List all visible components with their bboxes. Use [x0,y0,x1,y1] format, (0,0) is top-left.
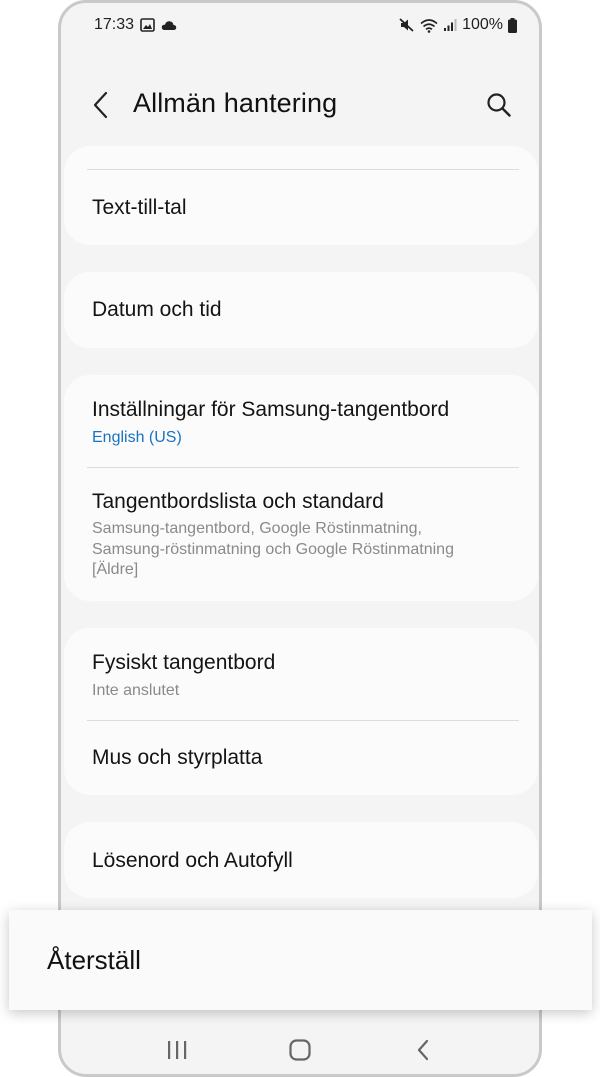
item-title: Mus och styrplatta [92,746,263,769]
nav-bar [61,1025,539,1074]
cloud-icon [161,20,177,31]
recents-button[interactable] [157,1030,197,1070]
reset-menu-item[interactable]: Återställ [9,910,592,1010]
settings-group: Lösenord och Autofyll [64,822,538,898]
page-title: Allmän hantering [133,88,338,118]
settings-group: Text-till-tal [64,146,538,245]
battery-icon [508,17,517,33]
mute-icon [398,17,415,33]
item-title: Fysiskt tangentbord [92,651,276,674]
back-button[interactable] [87,87,115,123]
settings-group: Datum och tid [64,272,538,348]
item-title: Lösenord och Autofyll [92,849,293,872]
status-time: 17:33 [94,16,135,33]
back-icon [417,1039,428,1061]
menu-item-text-to-speech[interactable]: Text-till-tal [64,195,538,221]
home-button[interactable] [280,1030,320,1070]
search-icon [487,93,511,117]
menu-item-samsung-keyboard-settings[interactable]: Inställningar för Samsung-tangentbord En… [64,397,538,448]
menu-item-mouse-trackpad[interactable]: Mus och styrplatta [64,745,538,771]
item-title: Datum och tid [92,298,222,321]
menu-item-passwords-autofill[interactable]: Lösenord och Autofyll [64,848,538,874]
app-header: Allmän hantering [61,75,539,135]
settings-group: Fysiskt tangentbord Inte anslutet Mus oc… [64,628,538,795]
home-icon [289,1039,311,1061]
wifi-icon [420,18,438,33]
divider [87,467,519,468]
item-subtitle: Inte anslutet [92,682,180,699]
menu-item-keyboard-list-default[interactable]: Tangentbordslista och standard Samsung-t… [64,489,538,581]
divider [87,169,519,170]
subtitle-line: [Äldre] [92,561,139,578]
image-icon [140,18,155,32]
menu-item-physical-keyboard[interactable]: Fysiskt tangentbord Inte anslutet [64,650,538,701]
back-nav-button[interactable] [403,1030,443,1070]
item-title: Text-till-tal [92,196,187,219]
settings-group: Inställningar för Samsung-tangentbord En… [64,375,538,601]
item-title: Inställningar för Samsung-tangentbord [92,398,450,421]
search-button[interactable] [483,89,515,121]
item-subtitle: English (US) [92,429,182,446]
chevron-left-icon [93,91,108,119]
item-subtitle: Samsung-tangentbord, Google Röstinmatnin… [92,519,538,581]
reset-label: Återställ [47,944,141,975]
divider [87,720,519,721]
menu-item-date-time[interactable]: Datum och tid [64,297,538,323]
status-bar: 17:33 100% [61,3,539,47]
subtitle-line: Samsung-tangentbord, Google Röstinmatnin… [92,520,422,537]
subtitle-line: Samsung-röstinmatning och Google Röstinm… [92,540,454,558]
signal-icon [443,18,457,32]
battery-percent: 100% [462,16,503,33]
recents-icon [168,1041,187,1059]
item-title: Tangentbordslista och standard [92,490,384,513]
